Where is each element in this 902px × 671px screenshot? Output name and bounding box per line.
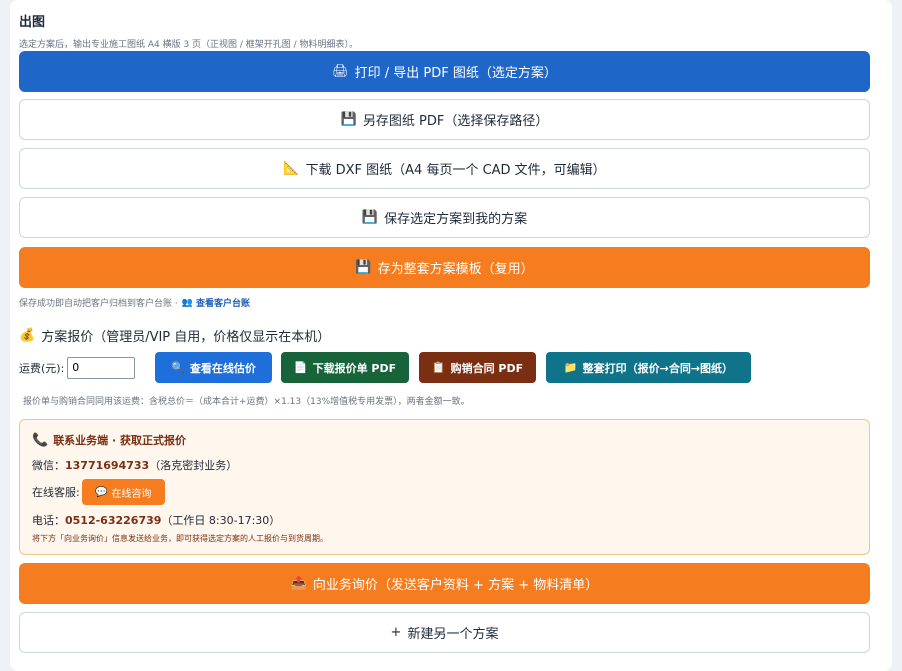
new-plan-button[interactable]: + 新建另一个方案 (19, 612, 870, 653)
printer-icon: 🖨 (332, 64, 349, 79)
section-hint: 选定方案后，输出专业施工图纸 A4 横版 3 页（正视图 / 框架开孔图 / 物… (19, 40, 359, 50)
online-estimate-button[interactable]: 🔍 查看在线估价 (155, 352, 272, 383)
download-dxf-label: 下载 DXF 图纸（A4 每页一个 CAD 文件，可编辑） (305, 163, 606, 178)
quote-heading: 💰 方案报价（管理员/VIP 自用，价格仅显示在本机） (19, 326, 330, 345)
freight-input[interactable] (67, 356, 136, 379)
save-pdf-button[interactable]: 💾 另存图纸 PDF（选择保存路径） (19, 99, 870, 140)
inquiry-button[interactable]: 📤 向业务询价（发送客户资料 + 方案 + 物料清单） (19, 563, 870, 604)
print-pdf-button[interactable]: 🖨 打印 / 导出 PDF 图纸（选定方案） (19, 51, 870, 92)
freight-row: 运费(元): (19, 352, 136, 383)
quote-heading-text: 方案报价（管理员/VIP 自用，价格仅显示在本机） (41, 330, 331, 345)
customer-ledger-label: 查看客户台账 (195, 299, 250, 309)
price-formula-note: 报价单与购销合同同用该运费：含税总价＝（成本合计+运费）×1.13（13%增值税… (23, 397, 470, 407)
save-note: 保存成功即自动把客户归档到客户台账 · 👥 查看客户台账 (19, 296, 250, 310)
save-template-label: 存为整套方案模板（复用） (377, 262, 534, 277)
phone-icon: 📞 (32, 432, 49, 448)
contract-pdf-label: 购销合同 PDF (450, 361, 524, 375)
freight-label: 运费(元): (19, 361, 65, 375)
save-plan-button[interactable]: 💾 保存选定方案到我的方案 (19, 197, 870, 238)
print-all-label: 整套打印（报价→合同→图纸） (582, 361, 734, 375)
download-quote-button[interactable]: 📄 下载报价单 PDF (281, 352, 409, 383)
wechat-line: 微信：13771694733（洛克密封业务） (32, 457, 237, 473)
print-pdf-label: 打印 / 导出 PDF 图纸（选定方案） (354, 66, 557, 81)
wechat-note: （洛克密封业务） (149, 459, 238, 472)
section-title: 出图 (19, 15, 46, 30)
contact-sales-box: 📞 联系业务端 · 获取正式报价 微信：13771694733（洛克密封业务） … (19, 419, 870, 555)
magnifier-icon: 🔍 (171, 361, 185, 374)
save-plan-label: 保存选定方案到我的方案 (384, 212, 528, 227)
phone-hours: （工作日 8:30-17:30） (161, 514, 281, 527)
wechat-label: 微信： (32, 459, 65, 472)
save-template-button[interactable]: 💾 存为整套方案模板（复用） (19, 247, 870, 288)
online-service-line: 在线客服: 💬 在线咨询 (32, 479, 165, 505)
contact-heading: 📞 联系业务端 · 获取正式报价 (32, 432, 186, 448)
phone-number: 0512-63226739 (65, 514, 162, 527)
chat-icon: 💬 (94, 486, 108, 498)
online-consult-label: 在线咨询 (111, 488, 152, 500)
online-service-label: 在线客服: (32, 486, 80, 499)
customer-ledger-link[interactable]: 👥 查看客户台账 (181, 296, 250, 310)
contract-pdf-button[interactable]: 📋 购销合同 PDF (419, 352, 536, 383)
floppy-disk-icon: 💾 (355, 260, 372, 275)
floppy-disk-icon: 💾 (361, 210, 379, 225)
new-plan-label: 新建另一个方案 (407, 627, 499, 642)
clipboard-icon: 📋 (431, 361, 446, 374)
print-all-button[interactable]: 📁 整套打印（报价→合同→图纸） (546, 352, 751, 383)
money-bag-icon: 💰 (19, 328, 36, 343)
online-estimate-label: 查看在线估价 (189, 361, 256, 375)
document-icon: 📄 (293, 361, 308, 374)
save-note-text: 保存成功即自动把客户归档到客户台账 · (19, 299, 178, 309)
download-quote-label: 下载报价单 PDF (312, 361, 397, 375)
online-consult-button[interactable]: 💬 在线咨询 (81, 479, 165, 505)
users-icon: 👥 (181, 297, 193, 308)
download-dxf-button[interactable]: 📐 下载 DXF 图纸（A4 每页一个 CAD 文件，可编辑） (19, 148, 870, 189)
plus-icon: + (390, 625, 402, 640)
phone-label: 电话： (32, 514, 65, 527)
contact-tip: 将下方「向业务询价」信息发送给业务，即可获得选定方案的人工报价与到货周期。 (32, 534, 328, 543)
phone-line: 电话：0512-63226739（工作日 8:30-17:30） (32, 512, 280, 528)
inquiry-label: 向业务询价（发送客户资料 + 方案 + 物料清单） (312, 578, 599, 593)
outbox-tray-icon: 📤 (290, 576, 307, 591)
wechat-number: 13771694733 (65, 459, 150, 472)
folder-icon: 📁 (563, 361, 578, 374)
floppy-disk-icon: 💾 (340, 112, 357, 127)
save-pdf-label: 另存图纸 PDF（选择保存路径） (362, 114, 549, 129)
triangle-ruler-icon: 📐 (283, 161, 300, 176)
contact-heading-text: 联系业务端 · 获取正式报价 (53, 434, 187, 447)
